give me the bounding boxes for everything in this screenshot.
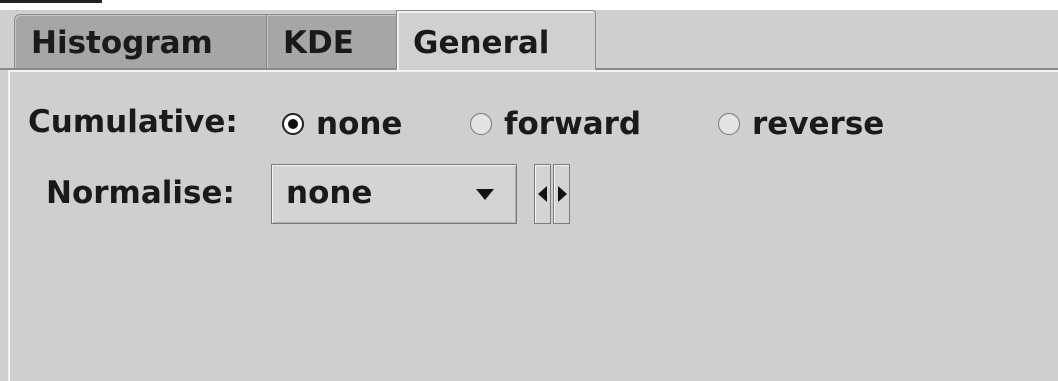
chevron-down-icon[interactable]	[476, 189, 494, 200]
cumulative-option-reverse-label: reverse	[752, 106, 885, 142]
triangle-right-icon	[558, 186, 567, 202]
tab-kde-label: KDE	[283, 25, 354, 61]
tab-general[interactable]: General	[396, 10, 596, 72]
top-rule-decoration	[0, 0, 102, 3]
triangle-left-icon	[538, 186, 547, 202]
tab-kde[interactable]: KDE	[266, 14, 406, 70]
normalise-previous-button[interactable]	[534, 164, 551, 224]
normalise-next-button[interactable]	[553, 164, 570, 224]
tab-histogram[interactable]: Histogram	[14, 14, 272, 70]
radio-unchecked-icon[interactable]	[470, 113, 492, 135]
cumulative-label: Cumulative:	[28, 104, 238, 140]
tab-histogram-label: Histogram	[31, 25, 213, 61]
normalise-select-value: none	[286, 175, 373, 211]
cumulative-option-forward-label: forward	[504, 106, 642, 142]
radio-unchecked-icon[interactable]	[718, 113, 740, 135]
normalise-label: Normalise:	[46, 175, 235, 211]
normalise-select[interactable]: none	[271, 164, 517, 224]
cumulative-radio-forward[interactable]: forward	[470, 104, 641, 144]
cumulative-radio-reverse[interactable]: reverse	[718, 104, 884, 144]
radio-checked-icon[interactable]	[282, 113, 304, 135]
tab-general-label: General	[413, 25, 550, 61]
cumulative-option-none-label: none	[316, 106, 403, 142]
cumulative-radio-none[interactable]: none	[282, 104, 402, 144]
